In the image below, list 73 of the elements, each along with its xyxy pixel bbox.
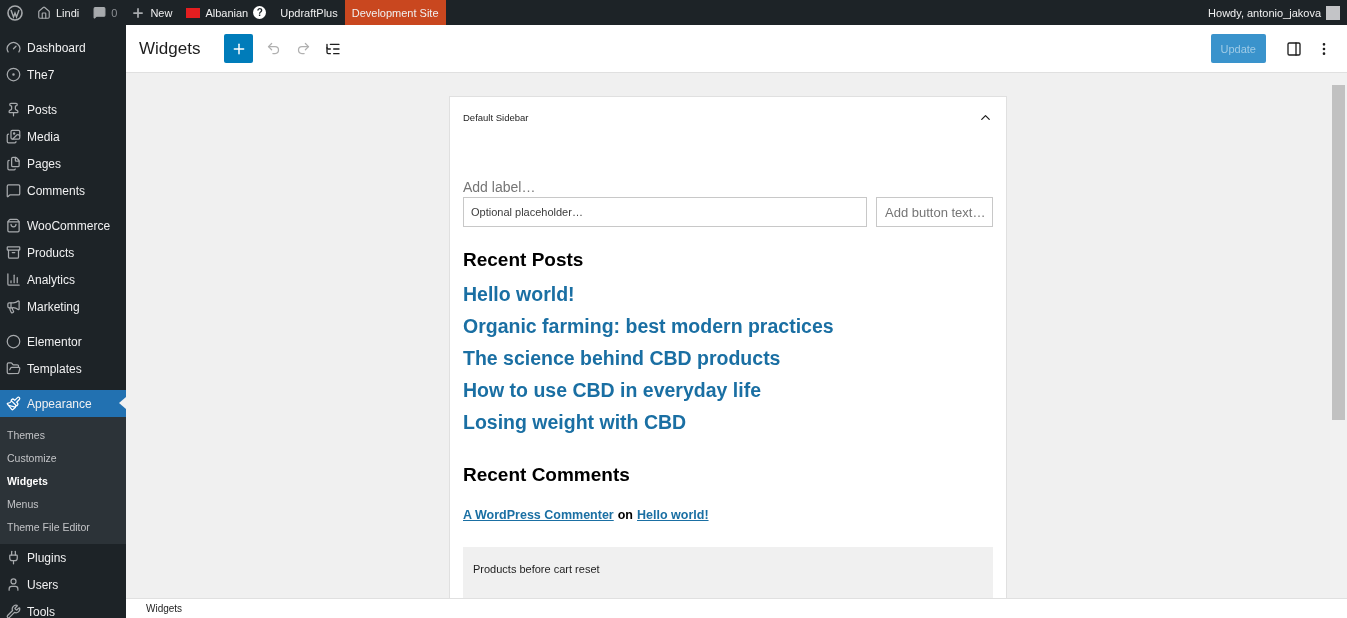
help-badge: ? (253, 6, 267, 19)
plugin-link[interactable]: UpdraftPlus (273, 0, 345, 25)
search-input-field[interactable]: Optional placeholder… (463, 197, 867, 227)
scrollbar-thumb[interactable] (1332, 85, 1345, 420)
sidebar-item[interactable]: Media (0, 123, 126, 150)
add-block-button[interactable] (224, 34, 254, 63)
button-text-field[interactable]: Add button text… (876, 197, 993, 227)
sidebar-item[interactable]: WooCommerce (0, 212, 126, 239)
submenu-item[interactable]: Themes (0, 423, 126, 446)
sidebar-item[interactable]: The7 (0, 61, 126, 88)
submenu-item[interactable]: Menus (0, 492, 126, 515)
redo-icon (295, 41, 311, 56)
sidebar-item[interactable]: Appearance (0, 390, 126, 417)
pin-icon (6, 102, 21, 117)
gauge-icon (6, 40, 21, 55)
products-block-title: Products before cart reset (473, 563, 600, 575)
sidebar-item[interactable]: Marketing (0, 293, 126, 320)
comments-link[interactable]: 0 (86, 0, 125, 25)
avatar-icon (1326, 5, 1340, 20)
sidebar-item[interactable]: Users (0, 571, 126, 598)
user-icon (6, 577, 21, 592)
sidebar-item[interactable]: Templates (0, 355, 126, 382)
sidebar-item[interactable]: Analytics (0, 266, 126, 293)
sidebar-panel-icon (1286, 40, 1302, 57)
sidebar-item[interactable]: Dashboard (0, 34, 126, 61)
sidebar-item[interactable]: Elementor (0, 328, 126, 355)
comment-count: 0 (111, 6, 118, 19)
comment-post-link[interactable]: Hello world! (637, 508, 709, 522)
images-icon (6, 129, 21, 144)
paintbrush-icon (6, 396, 21, 411)
plus-icon (131, 5, 146, 20)
comment-author-link[interactable]: A WordPress Commenter (463, 508, 614, 522)
speech-bubble-icon (93, 6, 107, 19)
box-icon (6, 245, 21, 260)
sidebar-item[interactable]: Plugins (0, 544, 126, 571)
post-link[interactable]: Losing weight with CBD (463, 411, 993, 434)
plug-icon (6, 550, 21, 565)
pages-icon (6, 156, 21, 171)
submenu-item[interactable]: Theme File Editor (0, 515, 126, 538)
wrench-icon (6, 604, 21, 618)
section-heading: Recent Posts (463, 249, 585, 271)
new-content-link[interactable]: New (124, 0, 180, 25)
site-name-link[interactable]: Lindi (30, 0, 87, 25)
home-icon (37, 5, 51, 20)
environment-label[interactable]: Development Site (344, 0, 446, 25)
post-link[interactable]: How to use CBD in everyday life (463, 379, 993, 402)
folder-icon (6, 361, 21, 376)
megaphone-icon (6, 299, 21, 314)
wordpress-logo-icon (7, 4, 23, 21)
shopping-bag-icon (6, 218, 21, 233)
sidebar-item[interactable]: Comments (0, 177, 126, 204)
sidebar-item[interactable]: Posts (0, 96, 126, 123)
flag-icon (186, 7, 201, 18)
section-heading: Recent Comments (463, 464, 631, 486)
language-link[interactable]: Albanian ? (179, 0, 274, 25)
post-link[interactable]: The science behind CBD products (463, 347, 993, 370)
account-menu[interactable]: Howdy, antonio_jakova (1201, 0, 1347, 25)
submenu-item[interactable]: Widgets (0, 469, 126, 492)
widget-area-title: Default Sidebar (463, 111, 529, 123)
sidebar-item[interactable]: Pages (0, 150, 126, 177)
sidebar-item[interactable]: Products (0, 239, 126, 266)
scrollbar[interactable] (1330, 73, 1347, 598)
undo-icon (265, 41, 281, 56)
comment-connector: on (617, 508, 633, 522)
page-title: Widgets (139, 38, 201, 59)
sidebar-item[interactable]: Tools (0, 598, 126, 618)
bar-chart-icon (6, 272, 21, 287)
submenu-item[interactable]: Customize (0, 446, 126, 469)
breadcrumb-link[interactable]: Widgets (146, 603, 183, 614)
speech-bubble-icon (6, 183, 21, 198)
circle-icon (6, 334, 21, 349)
post-link[interactable]: Hello world! (463, 283, 993, 306)
post-link[interactable]: Organic farming: best modern practices (463, 315, 993, 338)
